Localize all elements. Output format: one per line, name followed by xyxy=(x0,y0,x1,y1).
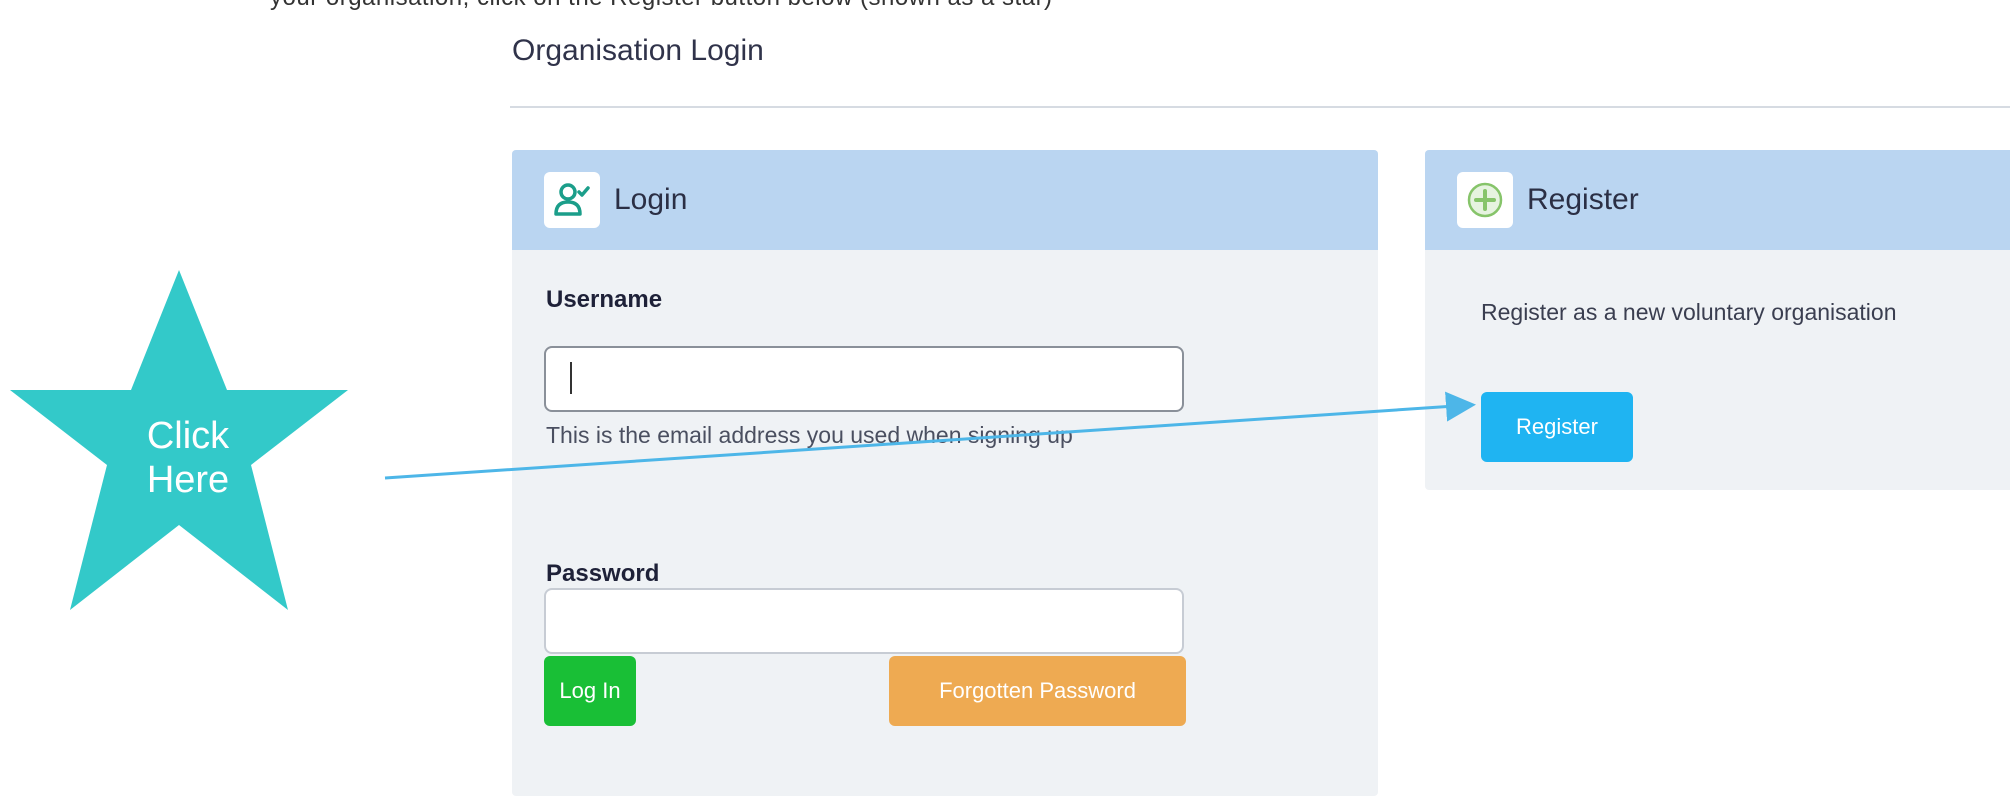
cropped-instruction-line: your organisation, click on the Register… xyxy=(270,0,1053,10)
register-header-label: Register xyxy=(1527,183,1639,216)
username-help-text: This is the email address you used when … xyxy=(546,422,1073,448)
register-panel: Register Register as a new voluntary org… xyxy=(1425,150,2010,490)
star-text-here: Here xyxy=(146,459,230,501)
title-divider xyxy=(510,106,2010,108)
password-input[interactable] xyxy=(544,588,1184,654)
register-panel-header: Register xyxy=(1425,150,2010,250)
user-check-icon xyxy=(544,172,600,228)
page-title: Organisation Login xyxy=(512,34,764,67)
text-caret xyxy=(570,362,572,394)
forgotten-password-button[interactable]: Forgotten Password xyxy=(889,656,1186,726)
login-panel: Login Username This is the email address… xyxy=(512,150,1378,796)
star-annotation-text: Click Here xyxy=(128,414,248,502)
password-label: Password xyxy=(546,560,660,587)
username-input[interactable] xyxy=(544,346,1184,412)
star-text-click: Click xyxy=(146,415,230,457)
login-button[interactable]: Log In xyxy=(544,656,636,726)
register-button[interactable]: Register xyxy=(1481,392,1633,462)
cropped-instruction-text: your organisation, click on the Register… xyxy=(0,0,2010,10)
plus-circle-icon xyxy=(1457,172,1513,228)
register-description: Register as a new voluntary organisation xyxy=(1481,299,1897,325)
login-header-label: Login xyxy=(614,183,688,216)
username-label: Username xyxy=(546,286,663,313)
login-panel-header: Login xyxy=(512,150,1378,250)
